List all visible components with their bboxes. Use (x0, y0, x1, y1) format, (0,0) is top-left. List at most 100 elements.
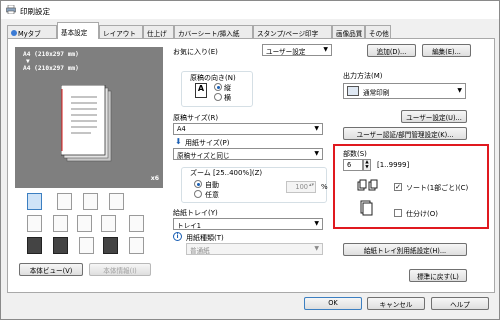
paper-tray-value: トレイ1 (177, 222, 201, 230)
chevron-down-icon: ▼ (457, 87, 462, 94)
zoom-value: 100 (295, 183, 308, 191)
paper-tray-label: 給紙トレイ(Y) (173, 209, 218, 217)
tab-layout[interactable]: レイアウト (99, 25, 143, 38)
collate-icon (357, 179, 378, 191)
device-option-icon (53, 237, 68, 254)
user-settings-button[interactable]: ユーザー設定(U)... (401, 110, 467, 123)
collate-checkbox[interactable]: ✓ (394, 183, 402, 191)
orientation-landscape-label: 横 (224, 94, 231, 102)
collate-label: ソート(1部ごと)(C) (406, 184, 469, 192)
original-size-label: 原稿サイズ(R) (173, 114, 219, 122)
tab-mytab[interactable]: Myタブ (7, 25, 57, 38)
tab-basic[interactable]: 基本設定 (57, 22, 99, 39)
tab-image-quality[interactable]: 画像品質 (332, 25, 365, 38)
device-option-icon (109, 193, 124, 210)
tab-mytab-label: Myタブ (18, 30, 41, 38)
device-options-area (21, 191, 161, 257)
tab-basic-label: 基本設定 (61, 29, 88, 37)
tab-layout-label: レイアウト (103, 30, 136, 38)
tab-cover-sheet[interactable]: カバーシート/挿入紙 (174, 25, 253, 38)
add-favorite-button[interactable]: 追加(D)... (367, 44, 416, 57)
zoom-unit: % (321, 183, 328, 191)
preview-original-size: A4 (210x297 mm) (23, 51, 79, 58)
paper-size-select[interactable]: 原稿サイズと同じ ▼ (173, 148, 323, 160)
paper-tray-select[interactable]: トレイ1 ▼ (173, 218, 323, 230)
copies-range: [1..9999] (377, 161, 410, 169)
device-option-icon (53, 215, 68, 232)
tab-cover-sheet-label: カバーシート/挿入紙 (178, 30, 240, 38)
device-option-icon (27, 193, 42, 210)
favorites-value: ユーザー設定 (266, 48, 306, 56)
paper-type-label: 用紙種類(T) (186, 234, 224, 242)
arrow-down-icon: ⬇ (175, 137, 182, 146)
orientation-label: 原稿の向き(N) (190, 74, 236, 82)
tab-other-label: その他 (369, 30, 389, 38)
chevron-down-icon: ▼ (314, 245, 319, 252)
favorites-select[interactable]: ユーザー設定 ▼ (262, 44, 332, 56)
chevron-down-icon: ▼ (314, 125, 319, 132)
orientation-landscape-radio[interactable] (214, 93, 222, 101)
paper-type-value: 普通紙 (190, 247, 210, 255)
device-option-icon (77, 215, 92, 232)
offset-label: 仕分け(O) (406, 210, 438, 218)
window-title: 印刷設定 (20, 7, 50, 16)
chevron-down-icon: ▼ (314, 150, 319, 157)
copies-label: 部数(S) (343, 150, 367, 158)
device-view-button[interactable]: 本体ビュー(V) (19, 263, 83, 276)
original-size-select[interactable]: A4 ▼ (173, 123, 323, 135)
copies-spinner[interactable]: ▲ ▼ (363, 159, 371, 171)
offset-checkbox[interactable] (394, 209, 402, 217)
paper-size-value: 原稿サイズと同じ (177, 152, 230, 160)
copies-value: 6 (347, 161, 352, 169)
spinner-icon: ▴▾ (308, 182, 314, 188)
title-bar: 印刷設定 (1, 1, 499, 19)
help-button[interactable]: ヘルプ (431, 297, 489, 310)
zoom-auto-radio[interactable] (194, 180, 202, 188)
favorites-label: お気に入り(E) (173, 48, 218, 56)
ok-button[interactable]: OK (304, 297, 362, 310)
preview-paper-size: A4 (210x297 mm) (23, 65, 79, 72)
tab-finishing-label: 仕上げ (147, 30, 167, 38)
device-option-icon (103, 237, 118, 254)
tab-strip: Myタブ 基本設定 レイアウト 仕上げ カバーシート/挿入紙 スタンプ/ページ印… (7, 22, 497, 39)
device-option-icon (101, 215, 116, 232)
tab-finishing[interactable]: 仕上げ (143, 25, 174, 38)
device-option-icon (27, 237, 42, 254)
paper-type-select[interactable]: 普通紙 ▼ (186, 243, 323, 255)
restore-defaults-button[interactable]: 標準に戻す(L) (409, 269, 467, 282)
edit-favorite-button[interactable]: 編集(E)... (422, 44, 471, 57)
user-auth-button[interactable]: ユーザー認証/部門管理設定(K)... (343, 127, 467, 140)
output-method-select[interactable]: 通常印刷 ▼ (343, 83, 466, 99)
chevron-down-icon: ▼ (314, 220, 319, 227)
tab-stamp[interactable]: スタンプ/ページ印字 (253, 25, 332, 38)
output-method-value: 通常印刷 (363, 89, 390, 97)
zoom-label: ズーム [25..400%](Z) (190, 169, 263, 177)
device-option-icon (27, 215, 42, 232)
zoom-value-input[interactable]: 100 ▴▾ (286, 181, 316, 193)
orientation-portrait-radio[interactable] (214, 83, 222, 91)
output-method-label: 出力方法(M) (343, 72, 383, 80)
chevron-down-icon: ▼ (323, 46, 328, 53)
device-option-icon (83, 193, 98, 210)
zoom-custom-radio[interactable] (194, 190, 202, 198)
person-icon (11, 30, 17, 36)
preview-arrow: ▼ (26, 58, 30, 65)
paper-size-label: 用紙サイズ(P) (185, 139, 230, 147)
cancel-button[interactable]: キャンセル (367, 297, 425, 310)
tab-other[interactable]: その他 (365, 25, 391, 38)
zoom-auto-label: 自動 (205, 181, 219, 189)
device-option-icon (79, 237, 94, 254)
device-info-button[interactable]: 本体情報(I) (89, 263, 151, 276)
tray-paper-settings-button[interactable]: 給紙トレイ別用紙設定(H)... (343, 243, 467, 256)
orientation-portrait-label: 縦 (224, 84, 231, 92)
device-option-icon (129, 237, 144, 254)
device-option-icon (129, 215, 144, 232)
document-preview-icon (61, 85, 112, 162)
printer-icon (347, 86, 359, 96)
printer-icon (6, 5, 16, 14)
page-preview: A4 (210x297 mm) ▼ A4 (210x297 mm) x6 (15, 47, 163, 188)
portrait-icon: A (195, 83, 207, 98)
zoom-custom-label: 任意 (205, 191, 219, 199)
device-option-icon (57, 193, 72, 210)
copies-input[interactable]: 6 (343, 159, 363, 171)
